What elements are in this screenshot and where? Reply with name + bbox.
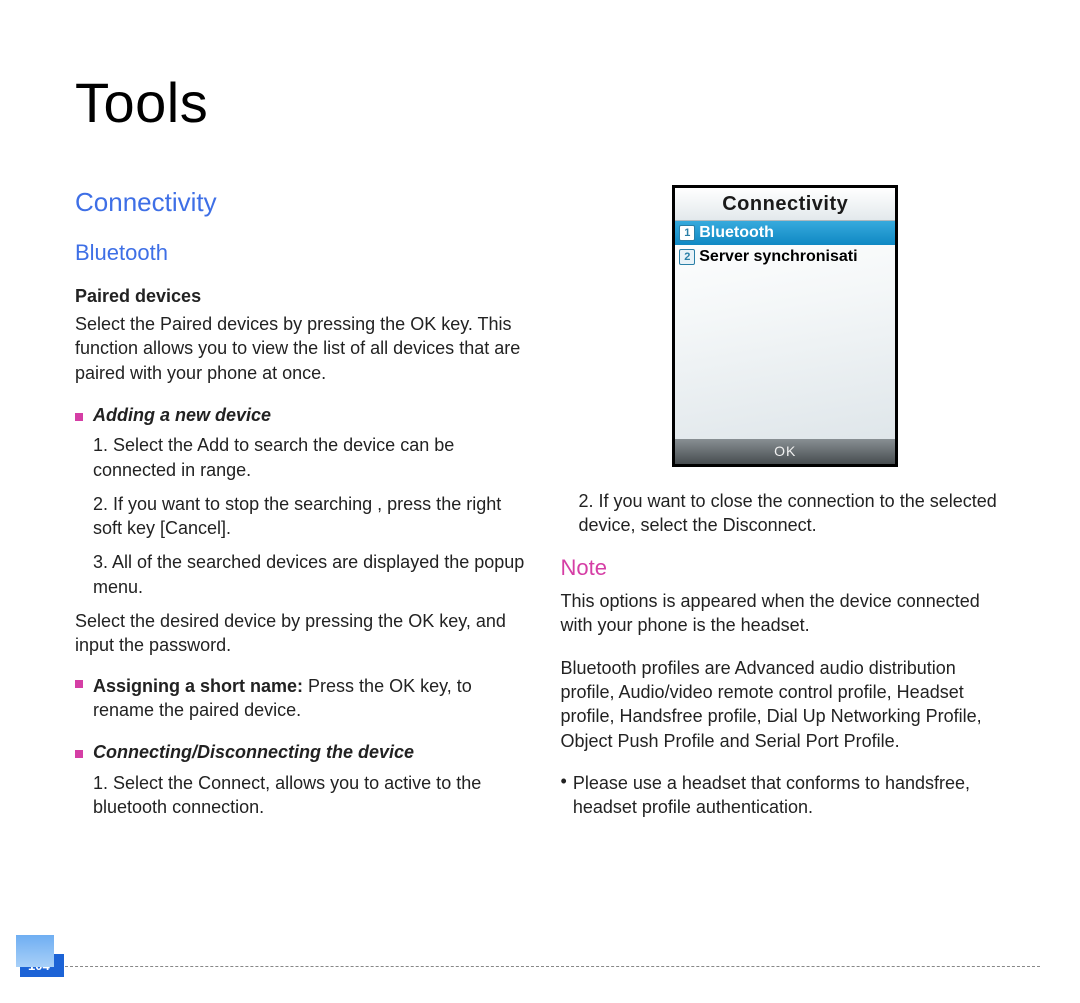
page-title: Tools [75,70,1010,135]
note-text-1: This options is appeared when the device… [561,589,1011,638]
phone-title: Connectivity [675,188,895,221]
conn-step-1: 1. Select the Connect, allows you to act… [93,771,525,820]
connecting-label: Connecting/Disconnecting the device [93,740,414,764]
assign-bold: Assigning a short name: [93,676,303,696]
square-bullet-icon [75,750,83,758]
paired-devices-text: Select the Paired devices by pressing th… [75,312,525,385]
phone-screenshot: Connectivity 1 Bluetooth 2 Server synchr… [672,185,898,467]
square-bullet-icon [75,413,83,421]
phone-menu-server-sync: 2 Server synchronisati [675,245,895,269]
add-step-2: 2. If you want to stop the searching , p… [93,492,525,541]
phone-menu-item-1: Bluetooth [699,222,774,244]
note-heading: Note [561,553,1011,583]
phone-menu-bluetooth: 1 Bluetooth [675,221,895,245]
index-2-icon: 2 [679,249,695,265]
select-device-text: Select the desired device by pressing th… [75,609,525,658]
index-1-icon: 1 [679,225,695,241]
side-tab [16,935,54,967]
sub-heading: Bluetooth [75,238,525,268]
phone-menu-item-2: Server synchronisati [699,246,857,268]
adding-new-device-heading: Adding a new device [75,403,525,427]
adding-new-device-label: Adding a new device [93,403,271,427]
add-step-1: 1. Select the Add to search the device c… [93,433,525,482]
note-bullet-text: Please use a headset that conforms to ha… [573,771,1010,820]
left-column: Connectivity Bluetooth Paired devices Se… [75,185,525,829]
connecting-heading: Connecting/Disconnecting the device [75,740,525,764]
conn-step-2: 2. If you want to close the connection t… [579,489,1011,538]
right-column: Connectivity 1 Bluetooth 2 Server synchr… [561,185,1011,829]
add-step-3: 3. All of the searched devices are displ… [93,550,525,599]
note-bullet: Please use a headset that conforms to ha… [561,771,1011,820]
note-text-2: Bluetooth profiles are Advanced audio di… [561,656,1011,753]
assign-short-name: Assigning a short name: Press the OK key… [75,674,525,723]
footer-dashed-line [60,966,1040,967]
paired-devices-heading: Paired devices [75,284,525,308]
square-bullet-icon [75,680,83,688]
section-heading: Connectivity [75,185,525,220]
phone-ok-label: OK [675,439,895,464]
page-footer: 104 [0,954,1080,967]
